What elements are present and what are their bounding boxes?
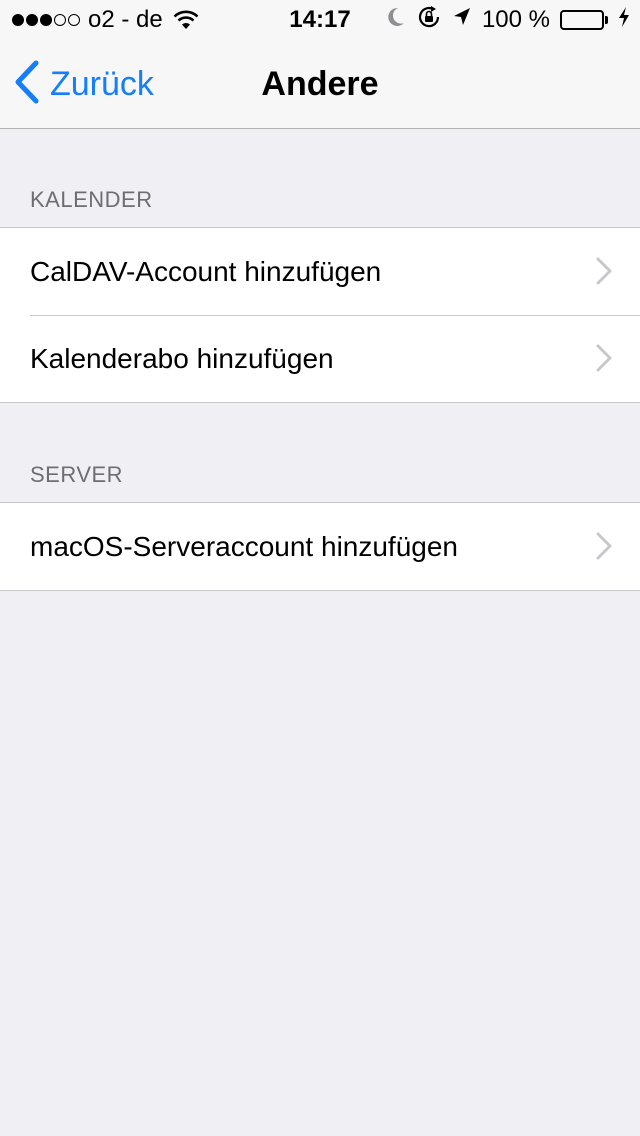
status-bar: o2 - de 14:17 100 % (0, 0, 640, 40)
battery-tip (605, 16, 608, 24)
section-kalender: CalDAV-Account hinzufügen Kalenderabo hi… (0, 227, 640, 403)
chevron-right-icon (596, 257, 612, 285)
list-item-label: CalDAV-Account hinzufügen (30, 255, 382, 287)
battery-percent: 100 % (481, 6, 550, 33)
list-item-label: Kalenderabo hinzufügen (30, 342, 334, 374)
rotation-lock-icon (416, 4, 442, 37)
section-server: macOS-Serveraccount hinzufügen (0, 502, 640, 591)
list-item-caldav[interactable]: CalDAV-Account hinzufügen (0, 228, 640, 315)
navigation-bar: Zurück Andere (0, 40, 640, 128)
moon-icon (386, 6, 406, 35)
chevron-right-icon (596, 532, 612, 560)
list-item-kalenderabo[interactable]: Kalenderabo hinzufügen (0, 315, 640, 402)
battery-body (560, 10, 604, 30)
location-arrow-icon (452, 6, 472, 35)
section-header-server: SERVER (30, 462, 124, 487)
list-item-macos-server[interactable]: macOS-Serveraccount hinzufügen (0, 503, 640, 590)
status-right: 100 % (386, 4, 630, 37)
section-header-kalender: KALENDER (30, 187, 153, 212)
battery-icon (560, 10, 608, 30)
charging-bolt-icon (618, 6, 630, 35)
top-bar: o2 - de 14:17 100 % Zurück Andere (0, 0, 640, 129)
page-title: Andere (261, 65, 379, 103)
chevron-right-icon (596, 344, 612, 372)
list-item-label: macOS-Serveraccount hinzufügen (30, 530, 458, 562)
